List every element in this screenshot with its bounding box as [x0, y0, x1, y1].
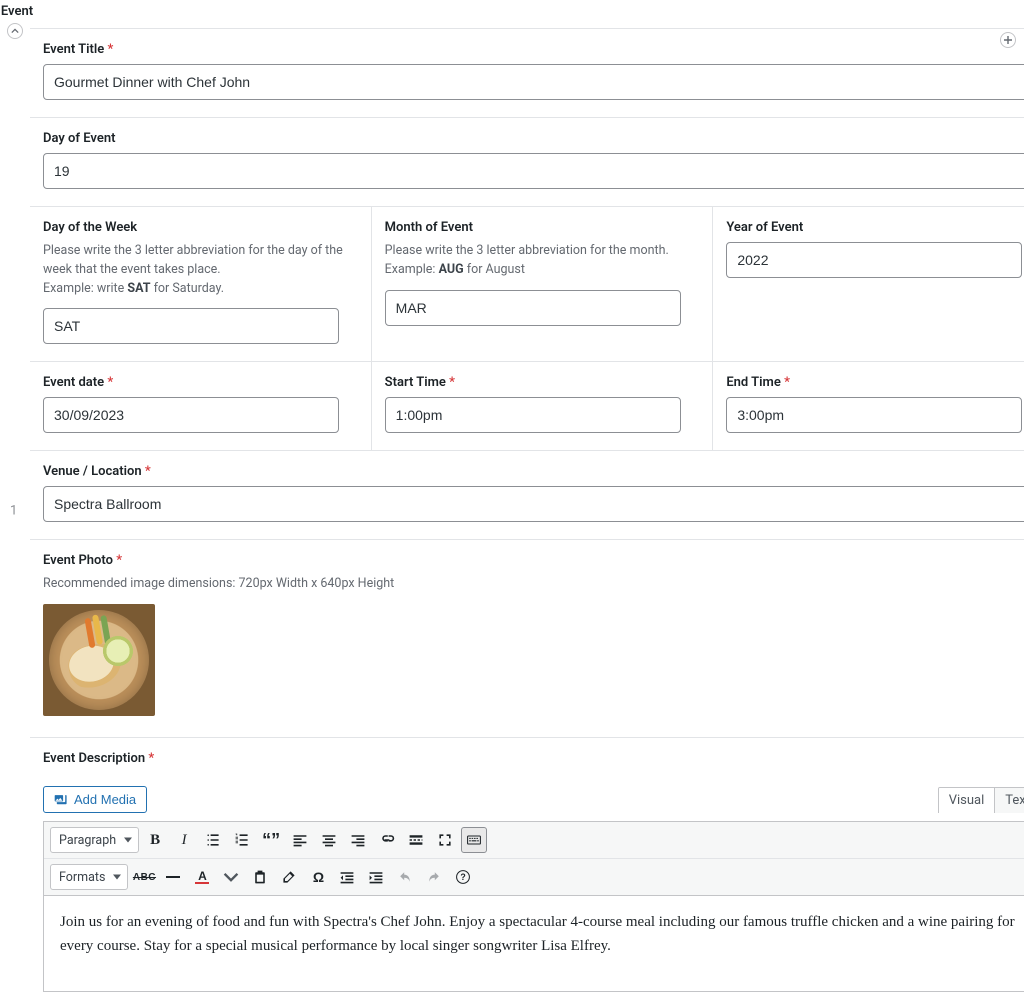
- end-time-input[interactable]: [726, 397, 1022, 433]
- tab-visual[interactable]: Visual: [939, 788, 995, 813]
- toolbar-toggle-button[interactable]: [461, 827, 487, 853]
- day-of-event-input[interactable]: [43, 153, 1024, 189]
- year-label: Year of Event: [726, 220, 1024, 235]
- undo-icon: [397, 869, 413, 885]
- day-of-week-input[interactable]: [43, 308, 339, 344]
- event-title-label: Event Title *: [43, 42, 1024, 57]
- blockquote-button[interactable]: “”: [258, 827, 284, 853]
- event-description-editor[interactable]: Join us for an evening of food and fun w…: [43, 896, 1024, 992]
- formats-select[interactable]: Formats: [50, 864, 128, 890]
- text-color-dropdown[interactable]: [218, 864, 244, 890]
- chevron-up-icon: [11, 27, 19, 35]
- bulleted-list-button[interactable]: [200, 827, 226, 853]
- month-input[interactable]: [385, 290, 681, 326]
- italic-button[interactable]: I: [171, 827, 197, 853]
- event-date-input[interactable]: [43, 397, 339, 433]
- tab-text[interactable]: Text: [994, 788, 1024, 813]
- redo-button[interactable]: [421, 864, 447, 890]
- day-of-week-instructions: Please write the 3 letter abbreviation f…: [43, 242, 358, 298]
- year-input[interactable]: [726, 242, 1022, 278]
- help-icon: ?: [455, 869, 471, 885]
- horizontal-rule-button[interactable]: [160, 864, 186, 890]
- special-character-button[interactable]: Ω: [305, 864, 331, 890]
- event-photo-label: Event Photo *: [43, 553, 1024, 568]
- venue-label: Venue / Location *: [43, 464, 1024, 479]
- day-of-event-label: Day of Event: [43, 131, 1024, 146]
- add-media-button[interactable]: Add Media: [43, 786, 147, 813]
- event-date-label: Event date *: [43, 375, 358, 390]
- align-center-icon: [321, 832, 337, 848]
- clear-formatting-button[interactable]: [276, 864, 302, 890]
- day-of-week-label: Day of the Week: [43, 220, 358, 235]
- strikethrough-button[interactable]: ABC: [131, 864, 157, 890]
- read-more-button[interactable]: [403, 827, 429, 853]
- numbered-list-button[interactable]: [229, 827, 255, 853]
- help-button[interactable]: ?: [450, 864, 476, 890]
- paragraph-select[interactable]: Paragraph: [50, 827, 139, 853]
- align-right-icon: [350, 832, 366, 848]
- end-time-label: End Time *: [726, 375, 1024, 390]
- read-more-icon: [408, 832, 424, 848]
- paste-text-button[interactable]: [247, 864, 273, 890]
- fullscreen-icon: [437, 832, 453, 848]
- clipboard-icon: [252, 869, 268, 885]
- row-index: 1: [10, 503, 17, 518]
- align-left-button[interactable]: [287, 827, 313, 853]
- align-right-button[interactable]: [345, 827, 371, 853]
- outdent-button[interactable]: [334, 864, 360, 890]
- event-photo-thumbnail[interactable]: [43, 604, 155, 716]
- indent-button[interactable]: [363, 864, 389, 890]
- food-plate-icon: [49, 610, 149, 710]
- svg-text:?: ?: [461, 872, 466, 882]
- start-time-input[interactable]: [385, 397, 681, 433]
- reorder-handle[interactable]: [7, 23, 23, 39]
- start-time-label: Start Time *: [385, 375, 700, 390]
- link-icon: [379, 832, 395, 848]
- venue-input[interactable]: [43, 486, 1024, 522]
- caret-down-icon: [113, 875, 121, 880]
- eraser-icon: [281, 869, 297, 885]
- editor-tabs: Visual Text: [938, 787, 1024, 813]
- align-center-button[interactable]: [316, 827, 342, 853]
- month-instructions: Please write the 3 letter abbreviation f…: [385, 242, 700, 280]
- list-ol-icon: [234, 832, 250, 848]
- link-button[interactable]: [374, 827, 400, 853]
- month-label: Month of Event: [385, 220, 700, 235]
- keyboard-icon: [466, 832, 482, 848]
- caret-down-icon: [223, 869, 239, 885]
- undo-button[interactable]: [392, 864, 418, 890]
- event-photo-instructions: Recommended image dimensions: 720px Widt…: [43, 575, 1024, 594]
- editor-toolbar: Paragraph B I “”: [43, 821, 1024, 896]
- section-title: Event: [0, 0, 33, 19]
- align-left-icon: [292, 832, 308, 848]
- text-color-button[interactable]: A: [189, 864, 215, 890]
- caret-down-icon: [124, 838, 132, 843]
- bold-button[interactable]: B: [142, 827, 168, 853]
- event-description-label: Event Description *: [43, 751, 1024, 766]
- redo-icon: [426, 869, 442, 885]
- event-title-input[interactable]: [43, 64, 1024, 100]
- fullscreen-button[interactable]: [432, 827, 458, 853]
- outdent-icon: [339, 869, 355, 885]
- indent-icon: [368, 869, 384, 885]
- list-ul-icon: [205, 832, 221, 848]
